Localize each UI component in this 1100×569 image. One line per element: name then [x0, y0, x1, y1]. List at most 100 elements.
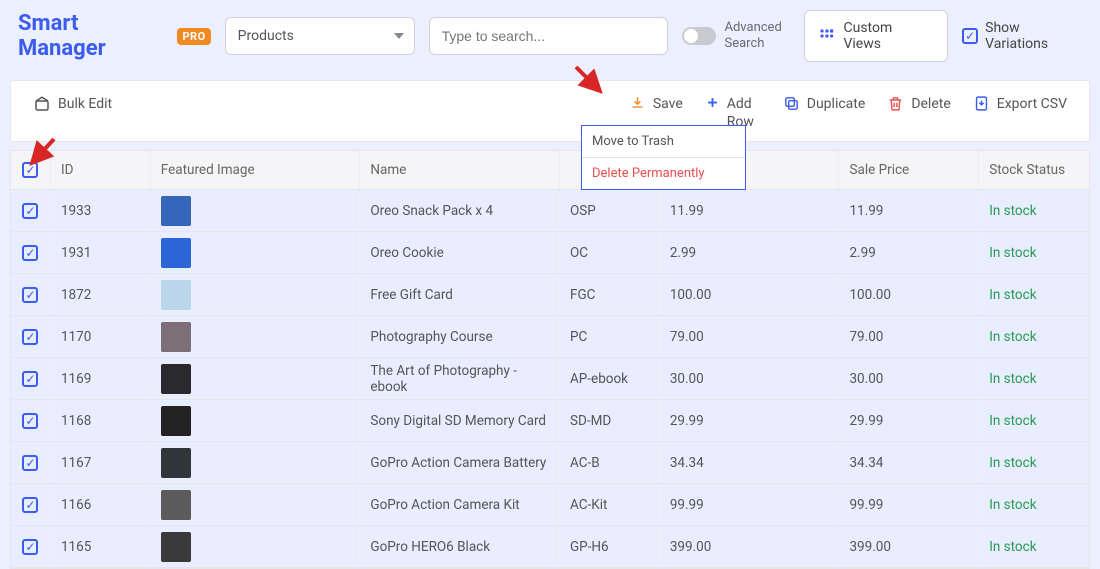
cell-name[interactable]: Oreo Snack Pack x 4: [360, 190, 560, 231]
cell-sale-price[interactable]: 79.00: [839, 316, 979, 357]
cell-sku[interactable]: AC-Kit: [560, 484, 660, 525]
row-checkbox[interactable]: ✓: [11, 358, 51, 399]
cell-sku[interactable]: FGC: [560, 274, 660, 315]
cell-name[interactable]: Oreo Cookie: [360, 232, 560, 273]
cell-price[interactable]: 399.00: [660, 526, 840, 567]
cell-stock-status[interactable]: In stock: [979, 316, 1089, 357]
cell-thumb[interactable]: [151, 484, 361, 525]
table-row[interactable]: ✓1169 The Art of Photography - ebookAP-eb…: [11, 358, 1089, 400]
column-name[interactable]: Name: [360, 151, 560, 189]
cell-id[interactable]: 1166: [51, 484, 151, 525]
duplicate-button[interactable]: Duplicate: [783, 95, 866, 131]
cell-sku[interactable]: AC-B: [560, 442, 660, 483]
cell-thumb[interactable]: [151, 232, 361, 273]
column-id[interactable]: ID: [51, 151, 151, 189]
cell-thumb[interactable]: [151, 358, 361, 399]
cell-stock-status[interactable]: In stock: [979, 526, 1089, 567]
table-row[interactable]: ✓1167GoPro Action Camera BatteryAC-B34.3…: [11, 442, 1089, 484]
cell-sale-price[interactable]: 100.00: [839, 274, 979, 315]
cell-name[interactable]: The Art of Photography - ebook: [360, 358, 560, 399]
cell-sku[interactable]: SD-MD: [560, 400, 660, 441]
bulk-edit-button[interactable]: Bulk Edit: [33, 95, 112, 113]
cell-stock-status[interactable]: In stock: [979, 484, 1089, 525]
cell-price[interactable]: 34.34: [660, 442, 840, 483]
cell-sale-price[interactable]: 30.00: [839, 358, 979, 399]
cell-sale-price[interactable]: 2.99: [839, 232, 979, 273]
cell-stock-status[interactable]: In stock: [979, 400, 1089, 441]
cell-stock-status[interactable]: In stock: [979, 442, 1089, 483]
column-featured-image[interactable]: Featured Image: [151, 151, 361, 189]
row-checkbox[interactable]: ✓: [11, 274, 51, 315]
cell-sku[interactable]: AP-ebook: [560, 358, 660, 399]
cell-sale-price[interactable]: 34.34: [839, 442, 979, 483]
cell-price[interactable]: 30.00: [660, 358, 840, 399]
cell-thumb[interactable]: [151, 442, 361, 483]
cell-sale-price[interactable]: 99.99: [839, 484, 979, 525]
cell-id[interactable]: 1170: [51, 316, 151, 357]
cell-id[interactable]: 1872: [51, 274, 151, 315]
table-row[interactable]: ✓1872Free Gift CardFGC100.00100.00In sto…: [11, 274, 1089, 316]
cell-price[interactable]: 100.00: [660, 274, 840, 315]
cell-stock-status[interactable]: In stock: [979, 274, 1089, 315]
cell-name[interactable]: GoPro HERO6 Black: [360, 526, 560, 567]
row-checkbox[interactable]: ✓: [11, 484, 51, 525]
delete-button[interactable]: Delete: [887, 95, 950, 131]
checkbox-icon: ✓: [22, 455, 38, 471]
row-checkbox[interactable]: ✓: [11, 190, 51, 231]
table-row[interactable]: ✓1166GoPro Action Camera KitAC-Kit99.999…: [11, 484, 1089, 526]
cell-thumb[interactable]: [151, 190, 361, 231]
cell-id[interactable]: 1168: [51, 400, 151, 441]
cell-sale-price[interactable]: 399.00: [839, 526, 979, 567]
cell-id[interactable]: 1931: [51, 232, 151, 273]
cell-sku[interactable]: OC: [560, 232, 660, 273]
cell-price[interactable]: 99.99: [660, 484, 840, 525]
cell-price[interactable]: 79.00: [660, 316, 840, 357]
cell-stock-status[interactable]: In stock: [979, 190, 1089, 231]
cell-name[interactable]: Free Gift Card: [360, 274, 560, 315]
table-row[interactable]: ✓1168Sony Digital SD Memory CardSD-MD29.…: [11, 400, 1089, 442]
cell-name[interactable]: Photography Course: [360, 316, 560, 357]
table-row[interactable]: ✓1933Oreo Snack Pack x 4OSP11.9911.99In …: [11, 190, 1089, 232]
cell-thumb[interactable]: [151, 400, 361, 441]
cell-name[interactable]: Sony Digital SD Memory Card: [360, 400, 560, 441]
cell-name[interactable]: GoPro Action Camera Battery: [360, 442, 560, 483]
row-checkbox[interactable]: ✓: [11, 232, 51, 273]
table-row[interactable]: ✓1165GoPro HERO6 BlackGP-H6399.00399.00I…: [11, 526, 1089, 568]
row-checkbox[interactable]: ✓: [11, 442, 51, 483]
cell-price[interactable]: 29.99: [660, 400, 840, 441]
row-checkbox[interactable]: ✓: [11, 400, 51, 441]
cell-thumb[interactable]: [151, 526, 361, 567]
row-checkbox[interactable]: ✓: [11, 316, 51, 357]
select-all-checkbox[interactable]: ✓: [11, 151, 51, 189]
cell-price[interactable]: 11.99: [660, 190, 840, 231]
table-row[interactable]: ✓1170Photography CoursePC79.0079.00In st…: [11, 316, 1089, 358]
column-sale-price[interactable]: Sale Price: [839, 151, 979, 189]
cell-stock-status[interactable]: In stock: [979, 232, 1089, 273]
cell-id[interactable]: 1169: [51, 358, 151, 399]
delete-menu-permanent[interactable]: Delete Permanently: [582, 158, 745, 189]
cell-thumb[interactable]: [151, 274, 361, 315]
cell-stock-status[interactable]: In stock: [979, 358, 1089, 399]
pro-badge: PRO: [177, 28, 210, 45]
cell-sku[interactable]: GP-H6: [560, 526, 660, 567]
export-csv-button[interactable]: Export CSV: [973, 95, 1067, 131]
dashboard-select[interactable]: Products: [225, 17, 415, 55]
cell-price[interactable]: 2.99: [660, 232, 840, 273]
column-stock-status[interactable]: Stock Status: [979, 151, 1089, 189]
cell-thumb[interactable]: [151, 316, 361, 357]
cell-name[interactable]: GoPro Action Camera Kit: [360, 484, 560, 525]
cell-sku[interactable]: OSP: [560, 190, 660, 231]
cell-id[interactable]: 1933: [51, 190, 151, 231]
show-variations-checkbox[interactable]: ✓ Show Variations: [962, 20, 1086, 52]
delete-menu-trash[interactable]: Move to Trash: [582, 126, 745, 158]
cell-sale-price[interactable]: 29.99: [839, 400, 979, 441]
cell-sale-price[interactable]: 11.99: [839, 190, 979, 231]
cell-id[interactable]: 1165: [51, 526, 151, 567]
advanced-search-toggle[interactable]: [682, 27, 716, 45]
search-input[interactable]: [442, 28, 656, 44]
custom-views-button[interactable]: Custom Views: [804, 10, 948, 62]
cell-id[interactable]: 1167: [51, 442, 151, 483]
table-row[interactable]: ✓1931Oreo CookieOC2.992.99In stock: [11, 232, 1089, 274]
row-checkbox[interactable]: ✓: [11, 526, 51, 567]
cell-sku[interactable]: PC: [560, 316, 660, 357]
